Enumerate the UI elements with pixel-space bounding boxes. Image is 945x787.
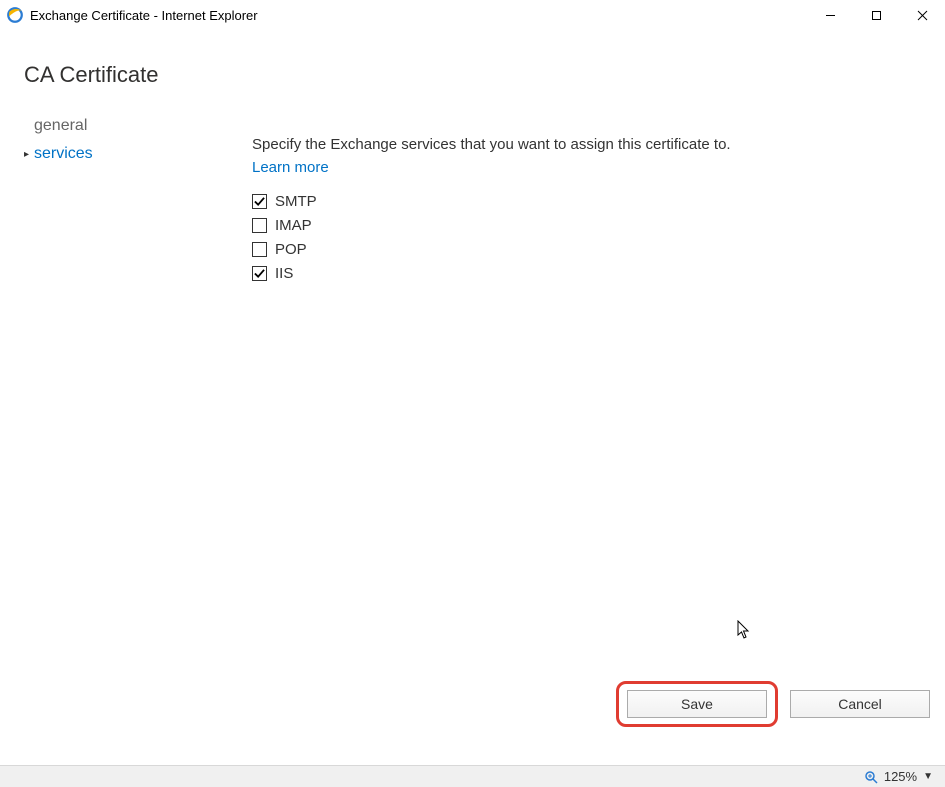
content-area: CA Certificate ▸ general ▸ services Spec… bbox=[0, 30, 945, 285]
pointer-icon: ▸ bbox=[24, 149, 34, 160]
sidebar-item-general[interactable]: ▸ general bbox=[22, 112, 252, 140]
sidebar-item-services[interactable]: ▸ services bbox=[22, 140, 252, 168]
window-controls bbox=[807, 0, 945, 30]
page-title: CA Certificate bbox=[24, 62, 923, 88]
cursor-icon bbox=[737, 620, 751, 640]
service-row-pop: POP bbox=[252, 237, 923, 261]
checkbox-iis[interactable] bbox=[252, 266, 267, 281]
service-label: POP bbox=[275, 241, 307, 258]
zoom-icon[interactable] bbox=[864, 770, 878, 784]
service-row-imap: IMAP bbox=[252, 213, 923, 237]
service-label: IIS bbox=[275, 265, 293, 282]
ie-icon bbox=[6, 6, 24, 24]
service-list: SMTP IMAP POP IIS bbox=[252, 189, 923, 285]
save-button[interactable]: Save bbox=[627, 690, 767, 718]
status-bar: 125% ▼ bbox=[0, 765, 945, 787]
minimize-button[interactable] bbox=[807, 0, 853, 30]
sidebar-item-label: general bbox=[34, 117, 87, 135]
save-highlight: Save bbox=[616, 681, 778, 727]
sidebar: ▸ general ▸ services bbox=[22, 112, 252, 285]
main-panel: Specify the Exchange services that you w… bbox=[252, 112, 923, 285]
instruction-text: Specify the Exchange services that you w… bbox=[252, 134, 752, 179]
service-row-iis: IIS bbox=[252, 261, 923, 285]
instruction-prefix: Specify the Exchange services that you w… bbox=[252, 136, 731, 153]
sidebar-item-label: services bbox=[34, 145, 93, 163]
layout: ▸ general ▸ services Specify the Exchang… bbox=[22, 112, 923, 285]
close-button[interactable] bbox=[899, 0, 945, 30]
service-label: IMAP bbox=[275, 217, 312, 234]
cancel-button[interactable]: Cancel bbox=[790, 690, 930, 718]
service-label: SMTP bbox=[275, 193, 317, 210]
learn-more-link[interactable]: Learn more bbox=[252, 159, 329, 176]
maximize-button[interactable] bbox=[853, 0, 899, 30]
zoom-dropdown-icon[interactable]: ▼ bbox=[923, 771, 933, 782]
service-row-smtp: SMTP bbox=[252, 189, 923, 213]
title-bar: Exchange Certificate - Internet Explorer bbox=[0, 0, 945, 30]
checkbox-pop[interactable] bbox=[252, 242, 267, 257]
checkbox-smtp[interactable] bbox=[252, 194, 267, 209]
window-title: Exchange Certificate - Internet Explorer bbox=[30, 8, 807, 23]
zoom-level[interactable]: 125% bbox=[884, 769, 917, 784]
button-row: Save Cancel bbox=[616, 681, 930, 727]
checkbox-imap[interactable] bbox=[252, 218, 267, 233]
